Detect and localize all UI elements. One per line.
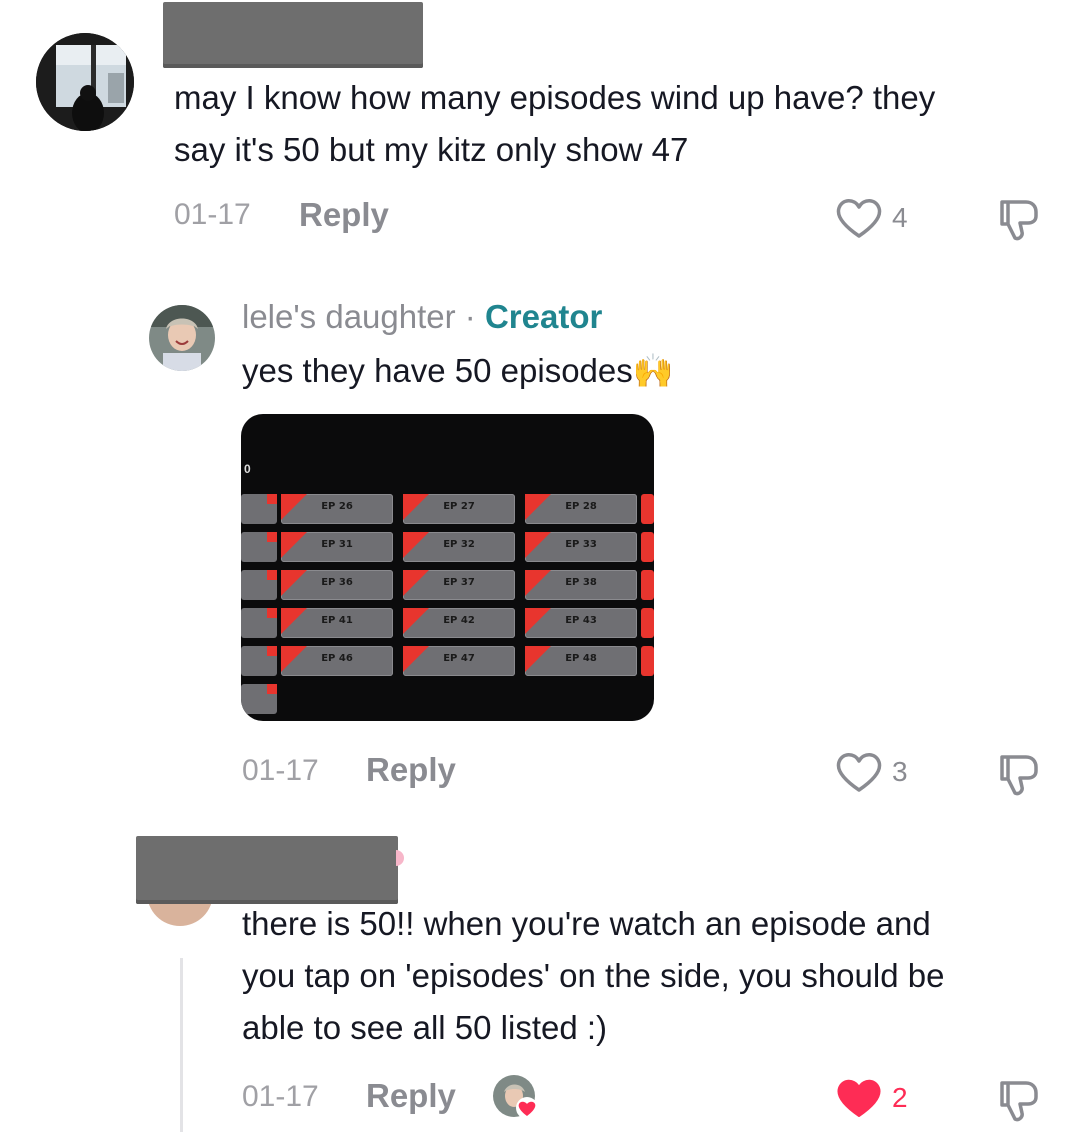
episode-tile-partial [241, 646, 277, 676]
episode-label: EP 37 [443, 577, 475, 588]
episode-tile: EP 38 [525, 570, 637, 600]
dislike-thumb-icon[interactable] [996, 751, 1042, 797]
avatar-photo [36, 33, 134, 131]
episode-tile-partial [241, 684, 277, 714]
avatar[interactable] [149, 305, 215, 371]
thread-line [180, 958, 183, 1132]
episode-tile-partial [241, 494, 277, 524]
episode-tile-partial [641, 608, 654, 638]
comment-line: you tap on 'episodes' on the side, you s… [242, 957, 945, 994]
name-separator: · [464, 298, 476, 335]
episode-tile-partial [641, 532, 654, 562]
dislike-thumb-icon[interactable] [996, 196, 1042, 242]
episode-tile: EP 42 [403, 608, 515, 638]
heart-icon[interactable] [836, 751, 882, 793]
episode-tile-partial [241, 608, 277, 638]
episode-label: EP 28 [565, 501, 597, 512]
comment-date: 01-17 [242, 754, 319, 787]
episode-label: EP 42 [443, 615, 475, 626]
episode-label: EP 27 [443, 501, 475, 512]
episode-label: EP 48 [565, 653, 597, 664]
comment-date: 01-17 [242, 1080, 319, 1113]
creator-liked-avatar-icon [492, 1074, 540, 1122]
episode-tile-partial [641, 494, 654, 524]
episode-tile: EP 47 [403, 646, 515, 676]
episode-tile: EP 26 [281, 494, 393, 524]
like-count: 2 [892, 1082, 908, 1113]
comment-author[interactable]: lele's daughter · Creator [242, 298, 602, 336]
episode-label: EP 47 [443, 653, 475, 664]
episode-label: EP 43 [565, 615, 597, 626]
episode-tile: EP 28 [525, 494, 637, 524]
avatar[interactable] [36, 33, 134, 131]
episode-tile: EP 46 [281, 646, 393, 676]
episode-label: EP 38 [565, 577, 597, 588]
redacted-username [136, 836, 398, 904]
episode-label: EP 36 [321, 577, 353, 588]
episode-tile: EP 31 [281, 532, 393, 562]
episode-tile: EP 33 [525, 532, 637, 562]
liked-heart-icon[interactable] [836, 1077, 882, 1119]
episode-tile: EP 36 [281, 570, 393, 600]
like-count: 3 [892, 756, 908, 787]
episode-label: EP 26 [321, 501, 353, 512]
episode-label: EP 33 [565, 539, 597, 550]
reply-button[interactable]: Reply [299, 196, 389, 234]
like-count: 4 [892, 202, 908, 233]
episode-tile-partial [641, 646, 654, 676]
episode-label: EP 46 [321, 653, 353, 664]
episode-tile-partial [241, 570, 277, 600]
author-name: lele's daughter [242, 298, 456, 335]
comment-date: 01-17 [174, 198, 251, 231]
comment-line: may I know how many episodes wind up hav… [174, 79, 936, 116]
avatar-photo [149, 305, 215, 371]
image-corner-mark: 0 [244, 462, 251, 476]
episode-label: EP 32 [443, 539, 475, 550]
comment-line: say it's 50 but my kitz only show 47 [174, 131, 689, 168]
pink-heart-emoji-fragment [396, 850, 404, 866]
episode-label: EP 41 [321, 615, 353, 626]
attached-image[interactable]: 0 EP 26 EP 27 EP 28 EP 31 EP 32 EP 33 EP 36 EP … [241, 414, 654, 721]
episode-label: EP 31 [321, 539, 353, 550]
episode-tile: EP 41 [281, 608, 393, 638]
episode-tile: EP 43 [525, 608, 637, 638]
dislike-thumb-icon[interactable] [996, 1077, 1042, 1123]
comment-text: yes they have 50 episodes🙌 [242, 352, 674, 389]
comment-text: may I know how many episodes wind up hav… [174, 72, 1054, 176]
episode-tile: EP 32 [403, 532, 515, 562]
episode-tile-partial [641, 570, 654, 600]
episode-tile: EP 37 [403, 570, 515, 600]
reply-button[interactable]: Reply [366, 1077, 456, 1115]
comment-line: able to see all 50 listed :) [242, 1009, 608, 1046]
episode-tile: EP 27 [403, 494, 515, 524]
redacted-username [163, 2, 423, 68]
comment-text: there is 50!! when you're watch an episo… [242, 898, 1062, 1054]
episode-tile-partial [241, 532, 277, 562]
comment-line: there is 50!! when you're watch an episo… [242, 905, 931, 942]
reply-button[interactable]: Reply [366, 751, 456, 789]
creator-badge: Creator [484, 298, 603, 335]
heart-icon[interactable] [836, 197, 882, 239]
episode-tile: EP 48 [525, 646, 637, 676]
